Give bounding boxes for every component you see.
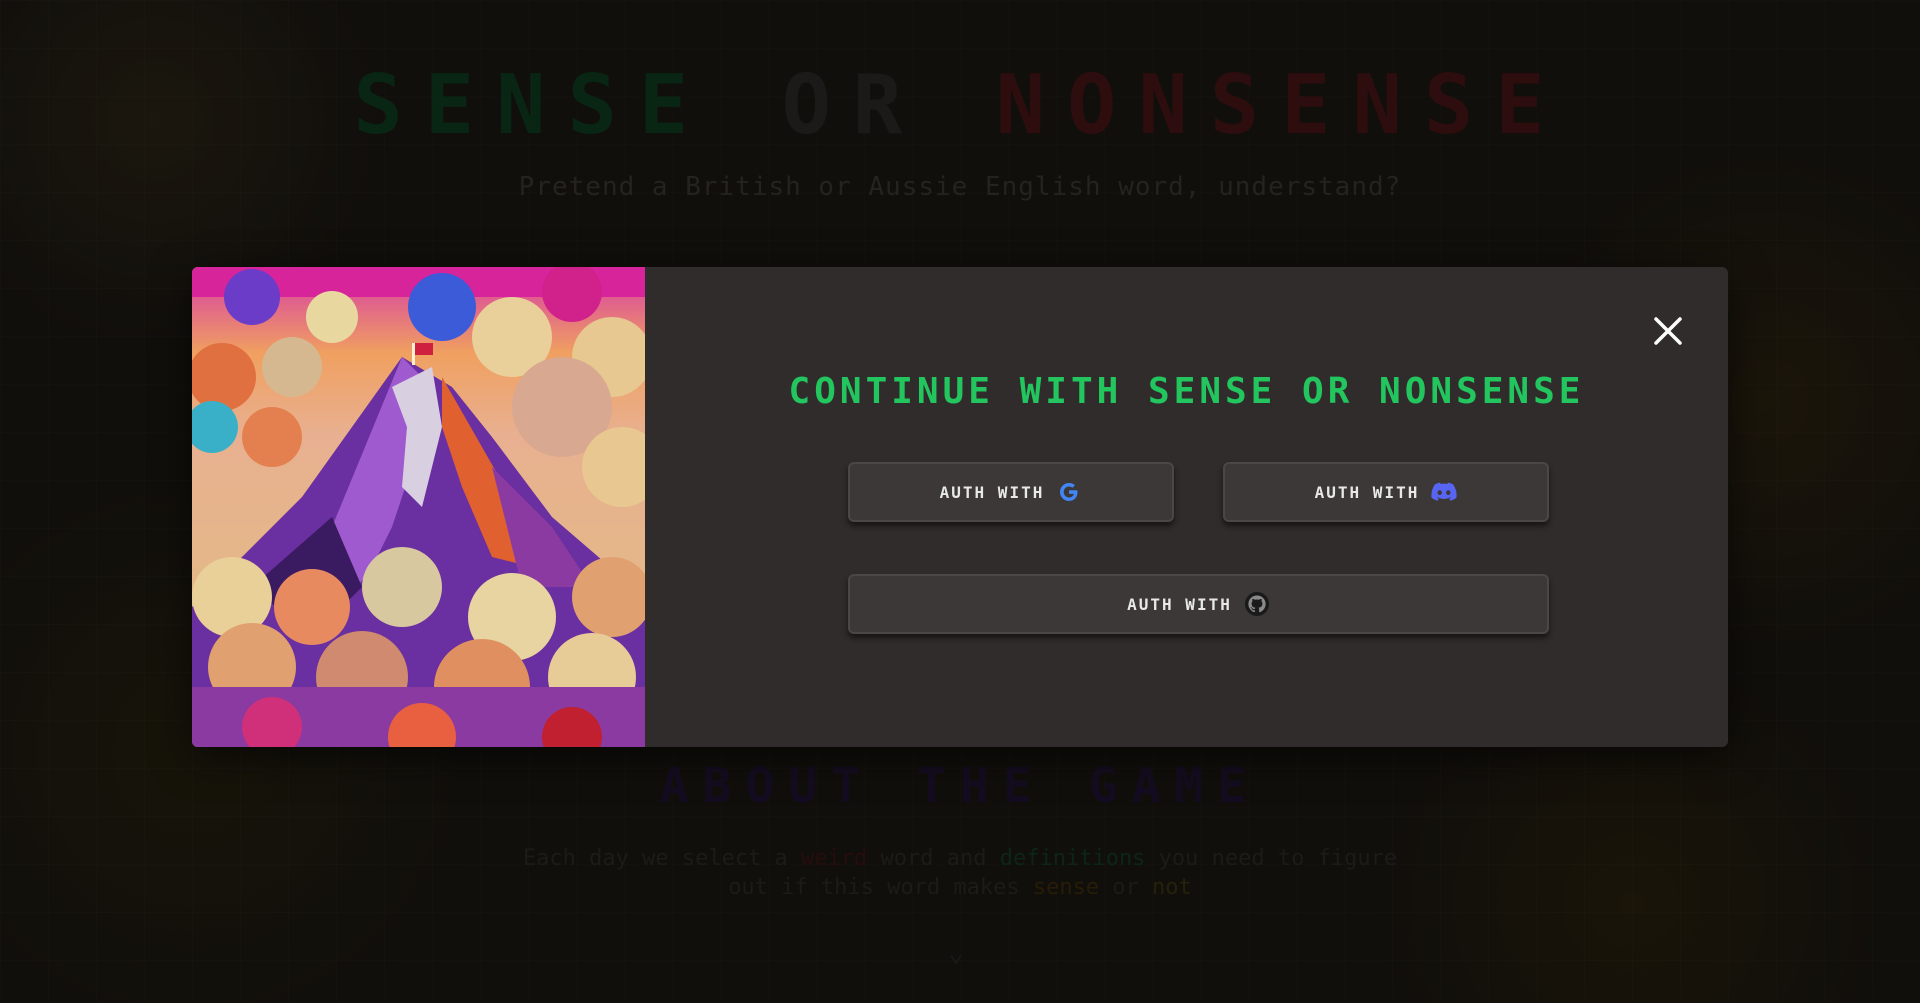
auth-modal: CONTINUE WITH SENSE OR NONSENSE AUTH WIT… <box>192 267 1728 747</box>
github-icon <box>1244 591 1270 617</box>
discord-icon <box>1431 479 1457 505</box>
modal-heading: CONTINUE WITH SENSE OR NONSENSE <box>788 371 1585 412</box>
auth-google-label: AUTH WITH <box>939 482 1045 502</box>
page: SENSE OR NONSENSE Pretend a British or A… <box>0 0 1920 1003</box>
auth-google-button[interactable]: AUTH WITH <box>848 462 1174 522</box>
auth-github-button[interactable]: AUTH WITH <box>848 574 1549 634</box>
close-icon <box>1654 317 1682 345</box>
mountain-pixel-art <box>192 267 645 747</box>
auth-discord-button[interactable]: AUTH WITH <box>1223 462 1549 522</box>
auth-discord-label: AUTH WITH <box>1314 482 1420 502</box>
google-icon <box>1056 479 1082 505</box>
close-button[interactable] <box>1648 311 1688 351</box>
auth-github-label: AUTH WITH <box>1127 594 1232 614</box>
